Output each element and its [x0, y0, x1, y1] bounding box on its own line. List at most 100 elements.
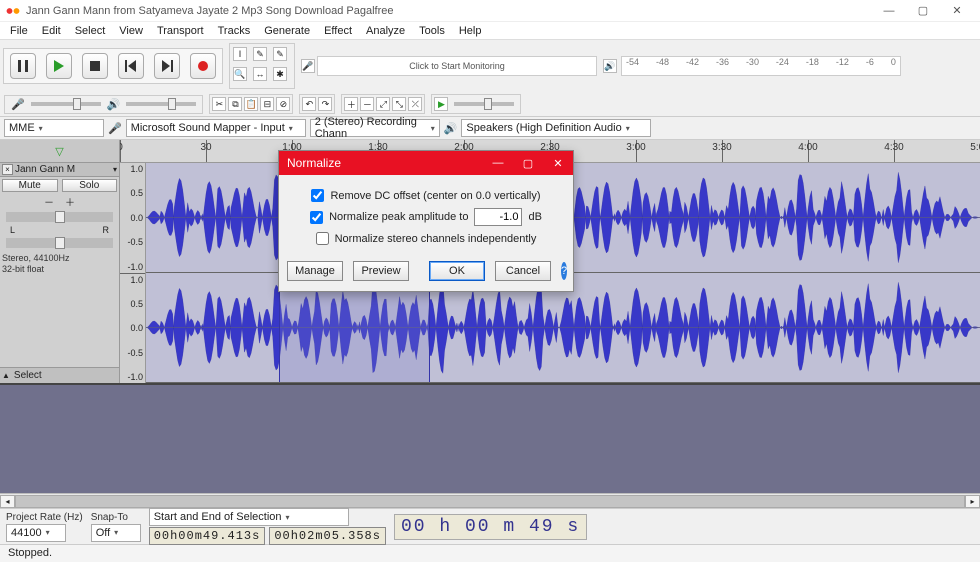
play-button[interactable]	[46, 53, 72, 79]
stop-button[interactable]	[82, 53, 108, 79]
fit-selection-button[interactable]: ⤢	[376, 97, 390, 111]
toolbars: I ✎ ✎ 🔍 ↔ ✱ 🎤 Click to Start Monitoring …	[0, 40, 980, 117]
help-icon[interactable]: ?	[561, 262, 567, 280]
track-solo-button[interactable]: Solo	[62, 179, 118, 192]
redo-button[interactable]: ↷	[318, 97, 332, 111]
scroll-left-button[interactable]: ◂	[0, 495, 15, 508]
undo-toolbar: ↶ ↷	[299, 94, 335, 114]
snap-to-dropdown[interactable]: Off▾	[91, 524, 141, 542]
pause-button[interactable]	[10, 53, 36, 79]
window-close[interactable]: ✕	[940, 1, 974, 21]
skip-end-button[interactable]	[154, 53, 180, 79]
app-icon	[6, 4, 20, 18]
timeshift-tool[interactable]: ↔	[253, 67, 267, 81]
track-select-button[interactable]: Select	[14, 370, 42, 381]
playback-meter[interactable]: -54 -48 -42 -36 -30 -24 -18 -12 -6 0	[621, 56, 901, 76]
track-menu-dropdown[interactable]: ▾	[113, 165, 117, 174]
fit-project-button[interactable]: ⤡	[392, 97, 406, 111]
menu-transport[interactable]: Transport	[151, 24, 210, 38]
selection-mode-dropdown[interactable]: Start and End of Selection▾	[149, 508, 349, 526]
device-toolbar: MME▾ 🎤 Microsoft Sound Mapper - Input▾ 2…	[0, 117, 980, 140]
mixer-toolbar: 🎤 🔊	[4, 95, 203, 114]
dialog-titlebar[interactable]: Normalize — ▢ ✕	[279, 151, 573, 175]
dialog-close[interactable]: ✕	[543, 151, 573, 175]
empty-track-area[interactable]	[0, 383, 980, 493]
project-rate-dropdown[interactable]: 44100▾	[6, 524, 66, 542]
normalize-stereo-checkbox[interactable]	[316, 232, 329, 245]
preview-button[interactable]: Preview	[353, 261, 409, 281]
snap-to-label: Snap-To	[91, 512, 141, 523]
zoom-toggle-button[interactable]: ⤫	[408, 97, 422, 111]
remove-dc-checkbox[interactable]	[311, 189, 324, 202]
dialog-minimize[interactable]: —	[483, 151, 513, 175]
menu-select[interactable]: Select	[69, 24, 112, 38]
play-at-speed-button[interactable]: ▶	[434, 97, 448, 111]
menu-analyze[interactable]: Analyze	[360, 24, 411, 38]
horizontal-scrollbar[interactable]: ◂ ▸	[0, 493, 980, 508]
recording-channels-dropdown[interactable]: 2 (Stereo) Recording Chann▾	[310, 119, 440, 137]
dialog-title: Normalize	[287, 156, 341, 170]
menu-effect[interactable]: Effect	[318, 24, 358, 38]
playback-device-dropdown[interactable]: Speakers (High Definition Audio▾	[461, 119, 651, 137]
normalize-peak-input[interactable]	[474, 208, 522, 226]
scroll-right-button[interactable]: ▸	[965, 495, 980, 508]
playback-volume-slider[interactable]	[126, 102, 196, 106]
window-titlebar: Jann Gann Mann from Satyameva Jayate 2 M…	[0, 0, 980, 22]
track-gain-slider[interactable]	[6, 212, 113, 222]
zoom-tool[interactable]: 🔍	[233, 67, 247, 81]
ok-button[interactable]: OK	[429, 261, 485, 281]
edit-toolbar: ✂ ⧉ 📋 ⊟ ⊘	[209, 94, 293, 114]
menu-view[interactable]: View	[113, 24, 149, 38]
silence-button[interactable]: ⊘	[276, 97, 290, 111]
menu-bar: File Edit Select View Transport Tracks G…	[0, 22, 980, 40]
skip-start-button[interactable]	[118, 53, 144, 79]
draw-tool[interactable]: ✎	[273, 47, 287, 61]
menu-edit[interactable]: Edit	[36, 24, 67, 38]
undo-button[interactable]: ↶	[302, 97, 316, 111]
trim-button[interactable]: ⊟	[260, 97, 274, 111]
pin-icon[interactable]: ▽	[0, 140, 120, 162]
audio-host-dropdown[interactable]: MME▾	[4, 119, 104, 137]
selection-start-field[interactable]: 00h00m49.413s	[149, 527, 266, 545]
track-collapse-button[interactable]: ▲	[2, 371, 10, 380]
track-pan-slider[interactable]	[6, 238, 113, 248]
multi-tool[interactable]: ✱	[273, 67, 287, 81]
mixer-mic-icon: 🎤	[11, 98, 25, 111]
paste-button[interactable]: 📋	[244, 97, 258, 111]
menu-tracks[interactable]: Tracks	[212, 24, 257, 38]
window-minimize[interactable]: —	[872, 1, 906, 21]
zoom-out-button[interactable]: －	[360, 97, 374, 111]
db-label: dB	[528, 211, 541, 223]
envelope-tool[interactable]: ✎	[253, 47, 267, 61]
cut-button[interactable]: ✂	[212, 97, 226, 111]
normalize-peak-label: Normalize peak amplitude to	[329, 211, 468, 223]
selection-tool[interactable]: I	[233, 47, 247, 61]
recording-meter[interactable]: Click to Start Monitoring	[317, 56, 597, 76]
selection-toolbar: Project Rate (Hz) 44100▾ Snap-To Off▾ St…	[0, 508, 980, 544]
menu-generate[interactable]: Generate	[258, 24, 316, 38]
manage-button[interactable]: Manage	[287, 261, 343, 281]
record-button[interactable]	[190, 53, 216, 79]
recording-device-dropdown[interactable]: Microsoft Sound Mapper - Input▾	[126, 119, 306, 137]
menu-tools[interactable]: Tools	[413, 24, 451, 38]
mixer-speaker-icon: 🔊	[107, 98, 121, 111]
track-name[interactable]: Jann Gann M	[15, 164, 111, 175]
zoom-in-button[interactable]: ＋	[344, 97, 358, 111]
audio-position-display[interactable]: 00 h 00 m 49 s	[394, 514, 587, 540]
track-y-scale: 1.00.50.0-0.5-1.0 1.00.50.0-0.5-1.0	[120, 163, 146, 383]
track-close-button[interactable]: ×	[2, 164, 13, 175]
recording-meter-hint: Click to Start Monitoring	[409, 61, 505, 71]
copy-button[interactable]: ⧉	[228, 97, 242, 111]
normalize-peak-checkbox[interactable]	[310, 211, 323, 224]
selection-end-field[interactable]: 00h02m05.358s	[269, 527, 386, 545]
window-maximize[interactable]: ▢	[906, 1, 940, 21]
menu-help[interactable]: Help	[453, 24, 488, 38]
track-mute-button[interactable]: Mute	[2, 179, 58, 192]
play-speed-slider[interactable]	[454, 102, 514, 106]
cancel-button[interactable]: Cancel	[495, 261, 551, 281]
remove-dc-label: Remove DC offset (center on 0.0 vertical…	[330, 190, 540, 202]
project-rate-label: Project Rate (Hz)	[6, 512, 83, 523]
dialog-maximize[interactable]: ▢	[513, 151, 543, 175]
recording-volume-slider[interactable]	[31, 102, 101, 106]
menu-file[interactable]: File	[4, 24, 34, 38]
